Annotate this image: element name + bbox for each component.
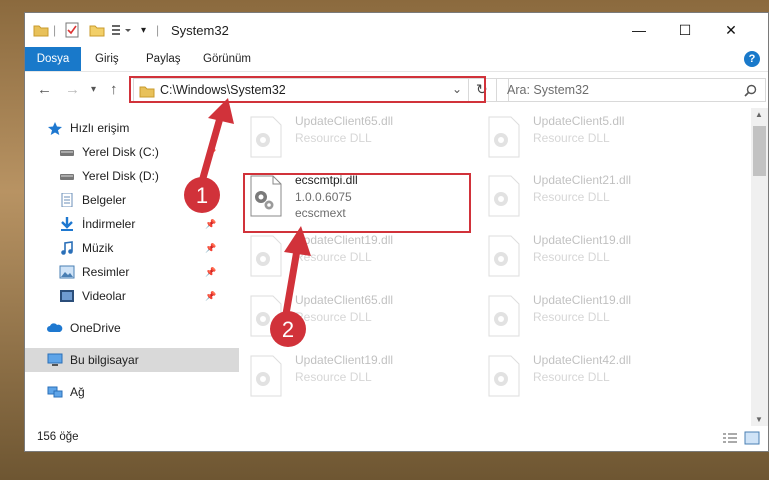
arrow-1 <box>199 98 234 182</box>
arrow-2 <box>282 226 311 318</box>
annotation-arrows: 1 2 <box>184 98 311 347</box>
step-2-label: 2 <box>282 317 294 342</box>
step-1-label: 1 <box>196 183 208 208</box>
